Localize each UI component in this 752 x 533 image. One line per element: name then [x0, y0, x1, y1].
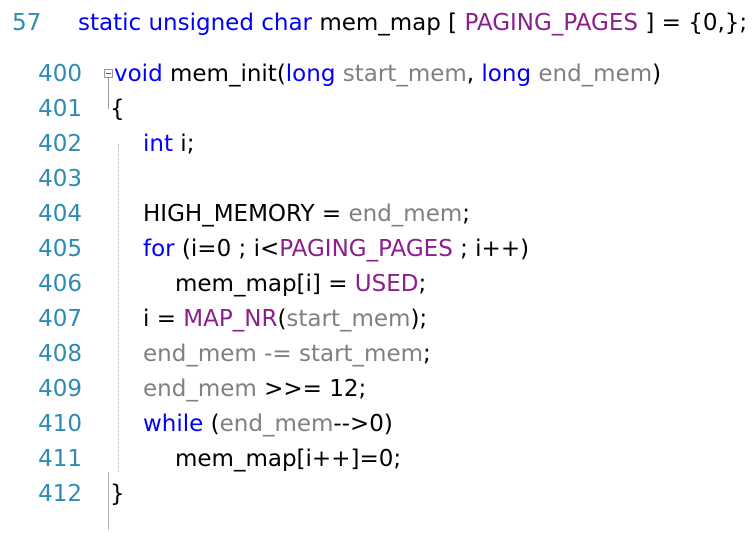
token-plain: mem_map [ [319, 10, 465, 36]
token-variable: start_mem [286, 306, 411, 332]
token-plain: ) [652, 61, 662, 87]
token-brace: { [110, 96, 125, 122]
token-variable: end_mem [219, 411, 334, 437]
line-number-401: 401 [38, 96, 82, 122]
code-line-402[interactable]: 402 int i; [0, 127, 752, 162]
code-text-402: int i; [143, 127, 194, 162]
code-line-410[interactable]: 410 while (end_mem-->0) [0, 407, 752, 442]
line-number-404: 404 [38, 201, 82, 227]
token-plain: , [466, 61, 482, 87]
token-variable: start_mem [342, 61, 467, 87]
code-block-mem-init: 400 void mem_init(long start_mem, long e… [0, 57, 752, 530]
token-plain: ] = {0,}; [638, 10, 748, 36]
code-editor-view: 57 static unsigned char mem_map [ PAGING… [0, 0, 752, 533]
code-text-400: void mem_init(long start_mem, long end_m… [114, 57, 661, 92]
code-line-411[interactable]: 411 mem_map[i++]=0; [0, 442, 752, 477]
token-plain: HIGH_MEMORY = [143, 201, 349, 227]
token-macro: MAP_NR [183, 306, 278, 332]
token-plain: ; [462, 201, 471, 227]
code-line-409[interactable]: 409 end_mem >>= 12; [0, 372, 752, 407]
line-number-409: 409 [38, 376, 82, 402]
token-plain: -->0) [333, 411, 393, 437]
code-text-404: HIGH_MEMORY = end_mem; [143, 197, 470, 232]
token-plain: ); [410, 306, 428, 332]
line-number-403: 403 [38, 166, 82, 192]
code-line-403[interactable]: 403 [0, 162, 752, 197]
line-number-411: 411 [38, 446, 82, 472]
token-variable: end_mem [348, 201, 463, 227]
code-text-410: while (end_mem-->0) [143, 407, 393, 442]
code-text-411: mem_map[i++]=0; [175, 442, 401, 477]
token-keyword: static unsigned char [78, 10, 320, 36]
token-variable: end_mem [143, 376, 265, 402]
token-plain: (i=0 ; i< [174, 236, 280, 262]
code-text-412: } [110, 477, 125, 512]
line-number-57: 57 [12, 10, 42, 36]
token-macro: PAGING_PAGES [464, 10, 639, 36]
token-plain: >>= 12; [264, 376, 367, 402]
token-plain: ; i++) [452, 236, 530, 262]
token-plain: ; [423, 341, 431, 367]
code-line-408[interactable]: 408 end_mem -= start_mem; [0, 337, 752, 372]
token-variable: end_mem [538, 61, 653, 87]
token-keyword: long [285, 61, 343, 87]
token-macro: PAGING_PAGES [279, 236, 453, 262]
code-line-57[interactable]: 57 static unsigned char mem_map [ PAGING… [0, 0, 752, 46]
token-variable: end_mem -= start_mem [143, 341, 424, 367]
code-line-406[interactable]: 406 mem_map[i] = USED; [0, 267, 752, 302]
line-number-406: 406 [38, 271, 82, 297]
line-number-405: 405 [38, 236, 82, 262]
code-text-407: i = MAP_NR(start_mem); [143, 302, 427, 337]
line-number-408: 408 [38, 341, 82, 367]
token-brace: } [110, 481, 125, 507]
code-text-408: end_mem -= start_mem; [143, 337, 431, 372]
token-function-name: mem_init( [169, 61, 286, 87]
line-number-407: 407 [38, 306, 82, 332]
token-plain: ; [418, 271, 427, 297]
line-number-402: 402 [38, 131, 82, 157]
code-text-405: for (i=0 ; i<PAGING_PAGES ; i++) [143, 232, 529, 267]
code-line-407[interactable]: 407 i = MAP_NR(start_mem); [0, 302, 752, 337]
code-text-406: mem_map[i] = USED; [175, 267, 426, 302]
code-text-57: static unsigned char mem_map [ PAGING_PA… [78, 0, 747, 46]
code-line-401[interactable]: 401 { [0, 92, 752, 127]
token-plain: ( [203, 411, 220, 437]
token-plain: i; [173, 131, 195, 157]
token-plain: mem_map[i++]=0; [175, 446, 402, 472]
code-line-412[interactable]: 412 } [0, 477, 752, 512]
code-line-400[interactable]: 400 void mem_init(long start_mem, long e… [0, 57, 752, 92]
code-line-404[interactable]: 404 HIGH_MEMORY = end_mem; [0, 197, 752, 232]
line-number-410: 410 [38, 411, 82, 437]
token-keyword: long [481, 61, 539, 87]
token-keyword: int [143, 131, 173, 157]
code-text-409: end_mem >>= 12; [143, 372, 366, 407]
token-keyword: void [114, 61, 170, 87]
line-number-412: 412 [38, 481, 82, 507]
token-keyword: for [143, 236, 175, 262]
code-line-405[interactable]: 405 for (i=0 ; i<PAGING_PAGES ; i++) [0, 232, 752, 267]
token-macro: USED [354, 271, 419, 297]
token-keyword: while [143, 411, 204, 437]
token-plain: i = [143, 306, 184, 332]
token-plain: mem_map[i] = [175, 271, 355, 297]
code-text-401: { [110, 92, 125, 127]
line-number-400: 400 [38, 61, 82, 87]
